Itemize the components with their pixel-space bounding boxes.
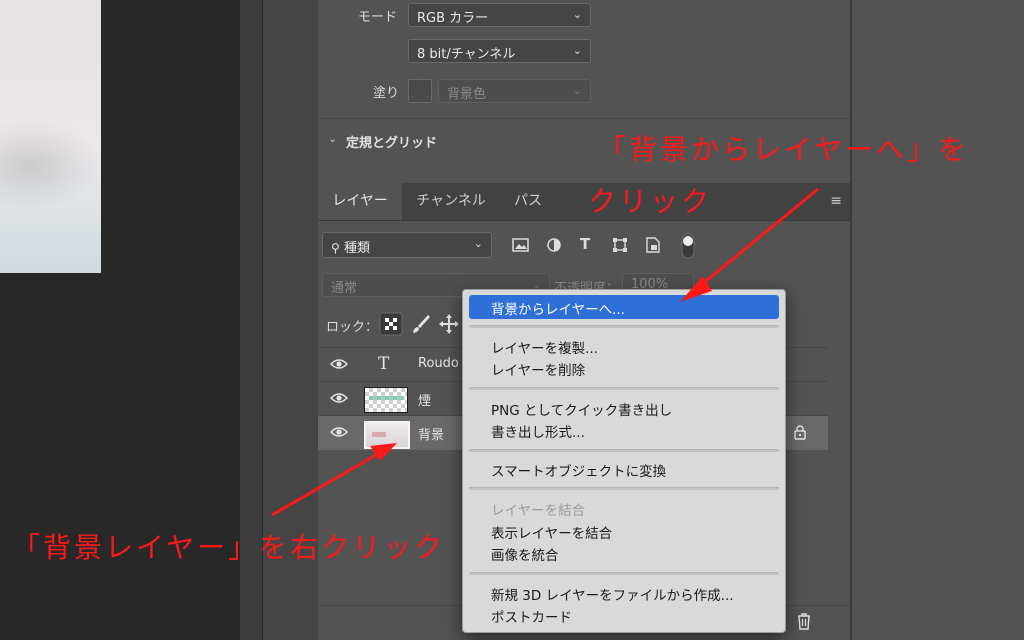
arrow-head xyxy=(370,443,397,461)
arrow-to-menu-item xyxy=(699,187,819,288)
annotation-top-line2: クリック xyxy=(588,185,713,218)
annotation-bottom: 「背景レイヤー」を右クリック xyxy=(12,531,446,564)
arrow-to-background-layer xyxy=(271,453,377,517)
annotation-top-line1: 「背景からレイヤーへ」を xyxy=(598,133,970,166)
